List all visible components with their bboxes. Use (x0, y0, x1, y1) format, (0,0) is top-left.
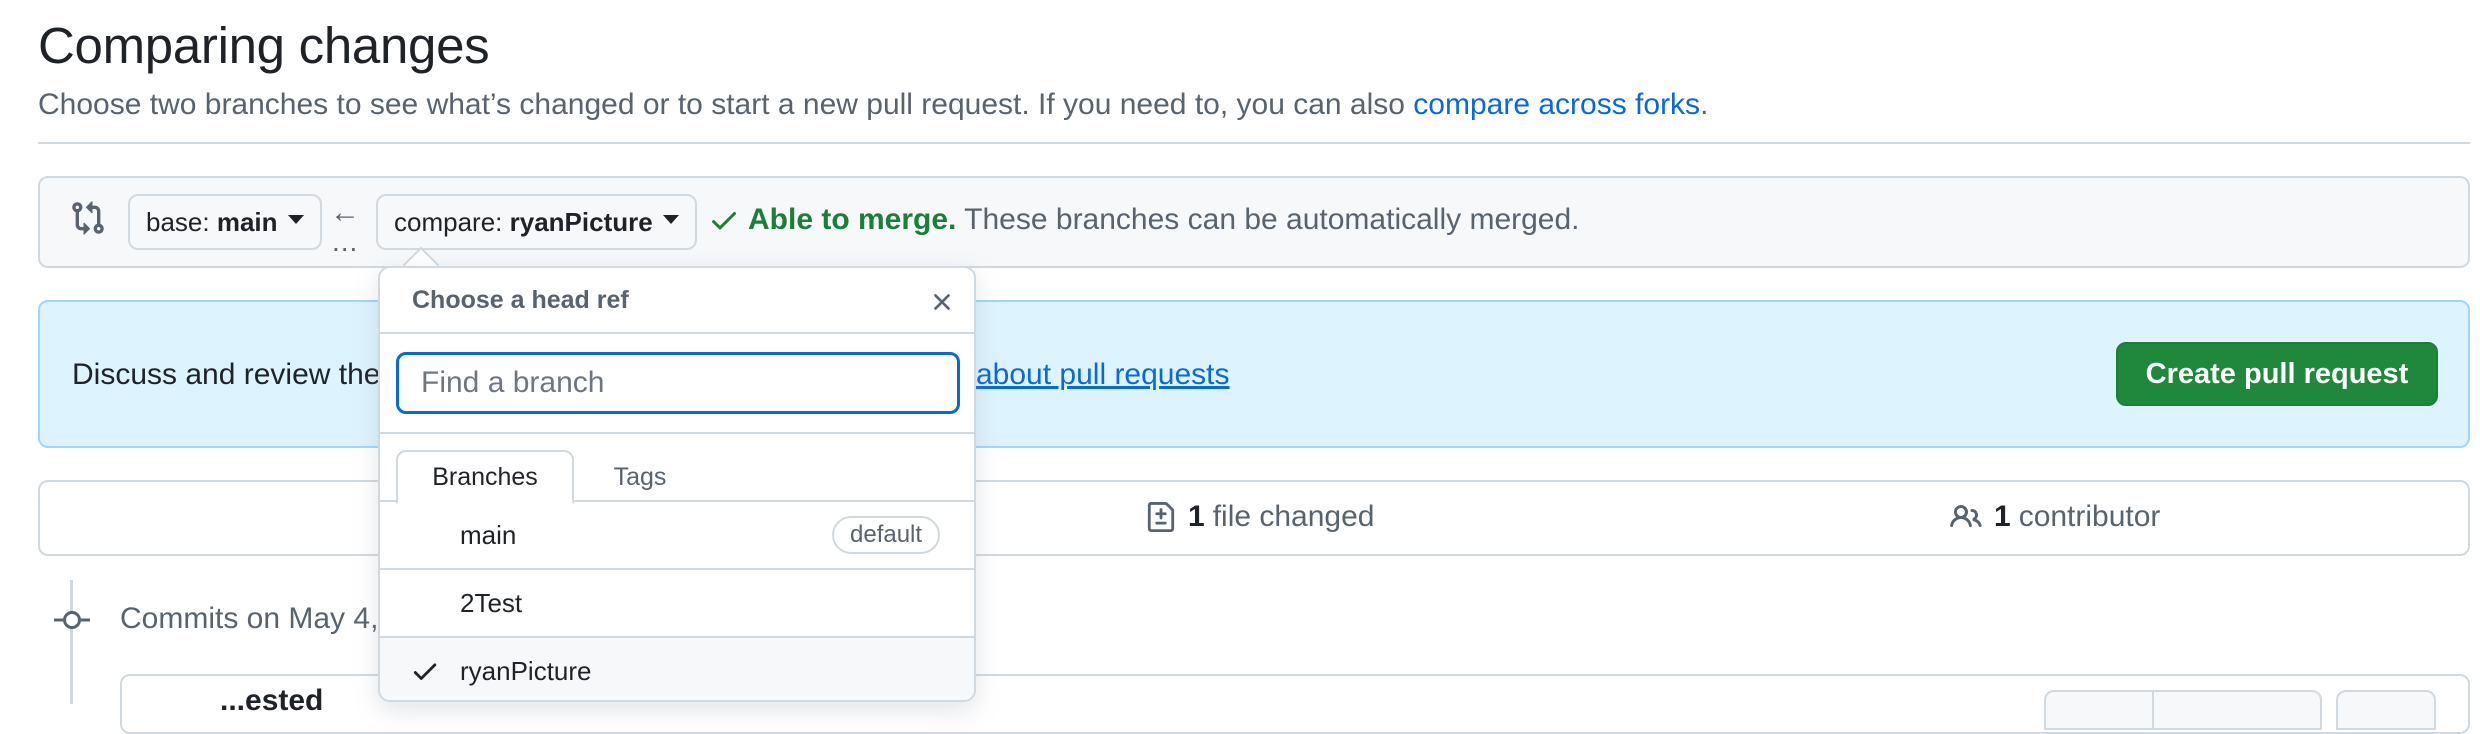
check-icon (712, 212, 736, 230)
commits-date-label: Commits on May 4, (120, 602, 379, 635)
base-value: main (216, 206, 278, 237)
branch-item-label: ryanPicture (460, 656, 592, 686)
contributors-label: contributor (2018, 500, 2161, 533)
branch-item-label: 2Test (460, 588, 523, 618)
arrow-left-icon: ← (330, 196, 360, 229)
branch-item-main[interactable]: main default (380, 502, 974, 570)
timeline-line (70, 580, 73, 704)
commit-actions-group[interactable] (2044, 690, 2322, 730)
files-label: file changed (1212, 500, 1375, 533)
contributors-stat[interactable]: 1 contributor (1950, 500, 2160, 534)
base-branch-select[interactable]: base: main (128, 194, 322, 250)
subtitle-text: Choose two branches to see what’s change… (38, 88, 1405, 121)
subtitle-end: . (1700, 88, 1709, 121)
page-title: Comparing changes (38, 17, 490, 74)
dropdown-title: Choose a head ref (412, 286, 629, 314)
merge-status-ok: Able to merge. (748, 203, 957, 236)
branch-item-label: main (460, 520, 517, 550)
files-count: 1 (1188, 500, 1205, 533)
tab-tags[interactable]: Tags (580, 450, 700, 504)
commit-message[interactable]: ...ested (220, 684, 323, 718)
create-pull-request-button[interactable]: Create pull request (2116, 342, 2438, 406)
branch-item-ryanpicture[interactable]: ryanPicture (380, 638, 974, 700)
browse-files-button[interactable] (2336, 690, 2436, 730)
git-compare-icon (72, 201, 104, 235)
close-icon[interactable] (928, 288, 956, 316)
compare-across-forks-link[interactable]: compare across forks (1413, 88, 1700, 121)
caret-down-icon (662, 214, 679, 224)
compare-branch-select[interactable]: compare: ryanPicture (376, 194, 697, 250)
default-badge: default (832, 516, 941, 554)
page-subtitle: Choose two branches to see what’s change… (38, 88, 1708, 122)
ellipsis-icon: ... (332, 226, 359, 257)
branch-item-2test[interactable]: 2Test (380, 570, 974, 638)
header-divider (38, 142, 2470, 144)
people-icon (1950, 504, 1982, 528)
check-icon (413, 663, 437, 680)
base-prefix: base: (146, 206, 210, 237)
contributors-count: 1 (1994, 500, 2011, 533)
compare-prefix: compare: (394, 206, 503, 237)
notice-text: Discuss and review the (72, 358, 381, 391)
compare-value: ryanPicture (509, 206, 653, 237)
files-changed-stat[interactable]: 1 file changed (1146, 500, 1374, 534)
about-pull-requests-link[interactable]: about pull requests (976, 358, 1230, 392)
branch-search-input[interactable] (396, 352, 960, 414)
tab-branches[interactable]: Branches (396, 450, 574, 504)
head-ref-dropdown: Choose a head ref Branches Tags main def… (378, 266, 976, 702)
merge-status-detail: These branches can be automatically merg… (964, 203, 1580, 236)
merge-status: Able to merge. These branches can be aut… (748, 203, 1580, 237)
file-diff-icon (1147, 502, 1175, 532)
git-commit-icon (54, 611, 90, 629)
caret-down-icon (287, 214, 304, 224)
